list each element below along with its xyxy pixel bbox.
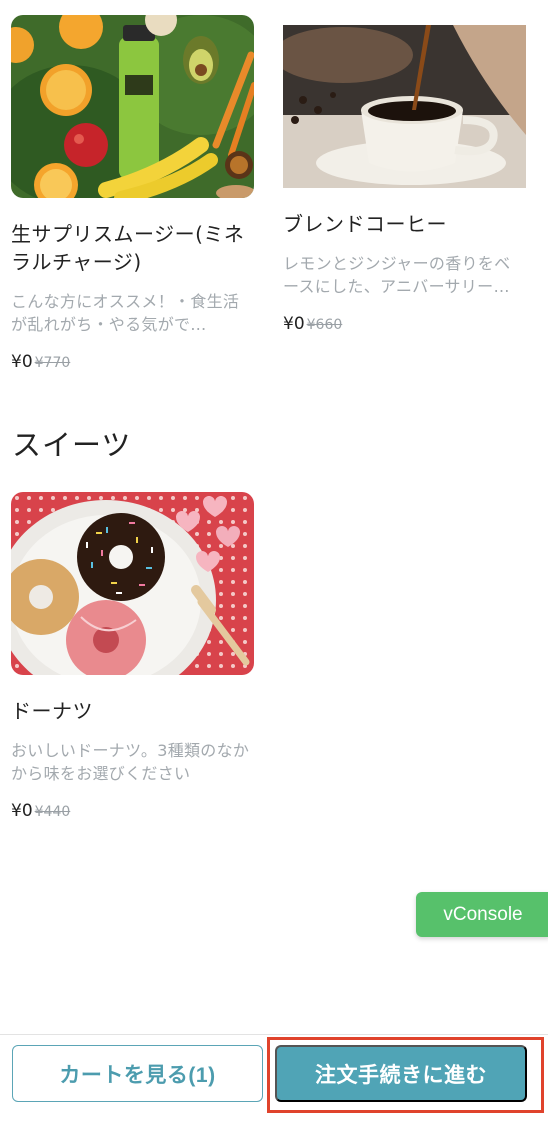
product-card-donut[interactable]: ドーナツ おいしいドーナツ。3種類のなかから味をお選びください ¥0 ¥440: [11, 492, 254, 824]
checkout-button[interactable]: 注文手続きに進む: [275, 1045, 527, 1102]
product-description: レモンとジンジャーの香りをベースにした、アニバーサリー…: [283, 254, 511, 296]
product-description: こんな方にオススメ！・食生活が乱れがち・やる気がで…: [11, 292, 240, 334]
price-row: ¥0 ¥660: [283, 312, 526, 337]
product-name[interactable]: ドーナツ: [11, 697, 254, 725]
product-image-donut[interactable]: [11, 492, 254, 675]
product-description: おいしいドーナツ。3種類のなかから味をお選びください: [11, 741, 250, 783]
product-original-price: ¥440: [34, 804, 71, 820]
view-cart-button[interactable]: カートを見る(1): [12, 1045, 263, 1102]
price-row: ¥0 ¥770: [11, 350, 254, 375]
coffee-photo: [283, 25, 526, 188]
section-title-sweets: スイーツ: [12, 428, 132, 462]
price-row: ¥0 ¥440: [11, 799, 254, 824]
product-price: ¥0: [11, 352, 33, 372]
product-card-coffee[interactable]: ブレンドコーヒー レモンとジンジャーの香りをベースにした、アニバーサリー… ¥0…: [283, 25, 526, 337]
product-image-coffee[interactable]: [283, 25, 526, 188]
donut-photo: [11, 492, 254, 675]
product-name[interactable]: 生サプリスムージー(ミネラルチャージ): [11, 220, 254, 276]
product-image-smoothie[interactable]: [11, 15, 254, 198]
product-original-price: ¥660: [306, 317, 343, 333]
smoothie-photo: [11, 15, 254, 198]
product-name[interactable]: ブレンドコーヒー: [283, 210, 526, 238]
vconsole-button[interactable]: vConsole: [416, 892, 548, 937]
product-card-smoothie[interactable]: 生サプリスムージー(ミネラルチャージ) こんな方にオススメ！・食生活が乱れがち・…: [11, 15, 254, 375]
product-price: ¥0: [283, 314, 305, 334]
product-original-price: ¥770: [34, 355, 71, 371]
product-price: ¥0: [11, 801, 33, 821]
